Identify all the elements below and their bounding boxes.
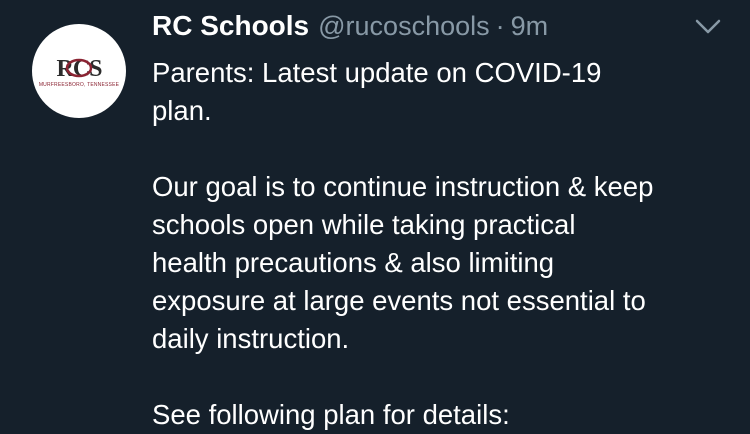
tweet-text-line: daily instruction. (152, 323, 350, 354)
separator-dot: · (495, 11, 505, 41)
timestamp[interactable]: 9m (511, 11, 549, 42)
tweet-text: Parents: Latest update on COVID-19 plan.… (152, 54, 732, 434)
user-handle[interactable]: @rucoschools (318, 11, 489, 42)
avatar[interactable]: RCS MURFREESBORO, TENNESSEE (32, 24, 126, 118)
tweet-text-line: Parents: Latest update on COVID-19 (152, 57, 602, 88)
chevron-down-icon[interactable] (694, 18, 722, 36)
tweet-text-line: health precautions & also limiting (152, 247, 555, 278)
tweet-header: RC Schools @rucoschools · 9m (152, 10, 548, 46)
display-name[interactable]: RC Schools (152, 10, 309, 42)
tweet[interactable]: RCS MURFREESBORO, TENNESSEE RC Schools @… (0, 0, 750, 430)
tweet-text-line: exposure at large events not essential t… (152, 285, 646, 316)
tweet-text-line: See following plan for details: (152, 399, 510, 430)
tweet-text-line: plan. (152, 95, 212, 126)
rcs-logo-icon: RCS (56, 56, 103, 81)
tweet-text-line: schools open while taking practical (152, 209, 576, 240)
avatar-tagline: MURFREESBORO, TENNESSEE (38, 81, 120, 88)
tweet-text-line: Our goal is to continue instruction & ke… (152, 171, 654, 202)
